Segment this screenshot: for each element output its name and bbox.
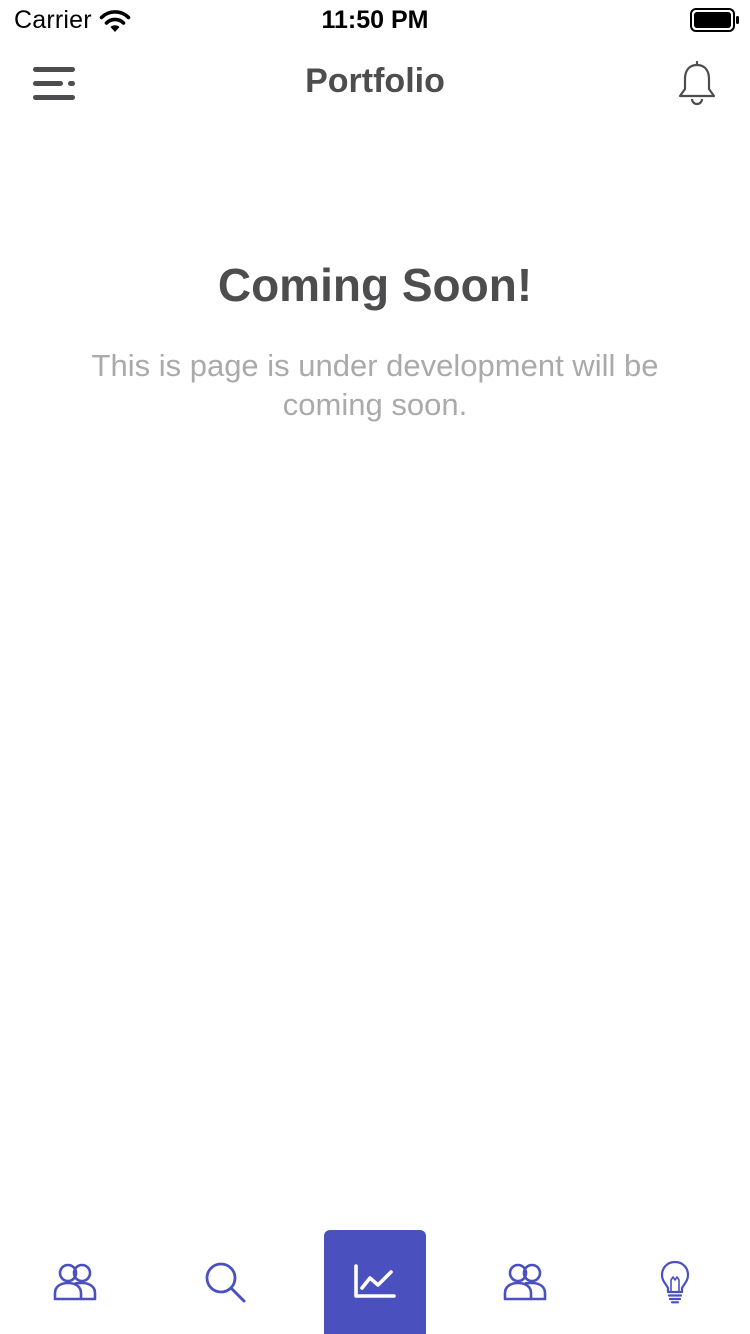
bell-icon [678,61,716,106]
page-title: Portfolio [305,62,445,100]
nav-header: Portfolio [0,40,750,130]
battery-icon [690,8,739,32]
lightbulb-icon [660,1260,690,1304]
bottom-tab-bar [0,1230,750,1334]
status-bar: Carrier 11:50 PM [0,0,750,40]
coming-soon-heading: Coming Soon! [217,259,533,311]
status-time: 11:50 PM [321,6,429,34]
tab-portfolio[interactable] [324,1230,426,1334]
chart-line-icon [354,1264,396,1298]
coming-soon-message: This is page is under development will b… [91,348,659,422]
tab-users[interactable] [24,1230,126,1334]
notifications-button[interactable] [672,58,722,110]
users-icon [503,1263,547,1301]
users-icon [53,1263,97,1301]
tab-ideas[interactable] [624,1230,726,1334]
tab-community[interactable] [474,1230,576,1334]
app-screen: Carrier 11:50 PM Portfolio Coming Soon! … [0,0,750,1334]
tab-search[interactable] [174,1230,276,1334]
search-icon [205,1262,246,1303]
